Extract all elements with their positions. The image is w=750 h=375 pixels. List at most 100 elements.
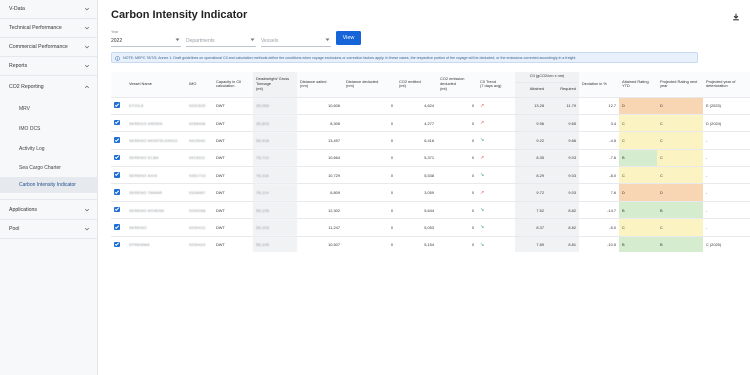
header-cii-group: CII (gCO2/cm x nm) bbox=[515, 72, 579, 83]
table-row[interactable]: STREMMA 9290424 DWT 55,105 10,507 0 5,154 0 ↘ 7.8… bbox=[111, 236, 750, 252]
header-required[interactable]: Required bbox=[547, 82, 579, 98]
row-checkbox[interactable] bbox=[114, 102, 120, 108]
distance-deducted-cell: 0 bbox=[343, 149, 396, 168]
note-text: NOTE: MEPC 78/7/5, Annex 1. Draft guidel… bbox=[123, 55, 577, 60]
row-checkbox[interactable] bbox=[114, 241, 120, 248]
attained-rating-cell: C bbox=[619, 166, 657, 185]
required-cell: 8.82 bbox=[547, 218, 579, 237]
sidebar-item-label: V-Data bbox=[9, 6, 25, 12]
header-label: CO2 emission deducted bbox=[440, 76, 465, 86]
deviation-cell: -4.5 bbox=[579, 131, 619, 150]
distance-deducted-cell: 0 bbox=[343, 183, 396, 202]
trend-cell: ↘ bbox=[477, 166, 515, 185]
sidebar-subitem-imo-dcs[interactable]: IMO DCS bbox=[0, 121, 98, 137]
deviation-cell: -5.0 bbox=[579, 218, 619, 237]
attained-rating-cell: B bbox=[619, 201, 657, 220]
sidebar-item-pool[interactable]: Pool bbox=[0, 220, 98, 238]
imo-cell: 9351713 bbox=[186, 166, 213, 185]
table-row[interactable]: SERENO MONTELENGO 9415042 DWT 55,918 13,497 0… bbox=[111, 131, 750, 150]
checkbox-cell bbox=[111, 166, 126, 185]
row-checkbox[interactable] bbox=[114, 154, 120, 161]
deviation-cell: -8.0 bbox=[579, 166, 619, 185]
header-capacity[interactable]: Capacity in CII calculation bbox=[213, 72, 253, 98]
trend-down-icon: ↘ bbox=[480, 241, 485, 248]
table-row[interactable]: SERENO ELBA 9415911 DWT 78,712 10,664 0 5,371 0… bbox=[111, 149, 750, 168]
row-checkbox[interactable] bbox=[114, 172, 120, 178]
header-unit: (mt) bbox=[399, 83, 406, 89]
year-select[interactable]: Year 2022 bbox=[111, 30, 181, 47]
header-attained[interactable]: Attained bbox=[515, 82, 547, 98]
sidebar-item-vdata[interactable]: V-Data bbox=[0, 0, 98, 18]
co2-emitted-cell: 4,624 bbox=[396, 97, 437, 115]
header-deviation[interactable]: Deviation in % bbox=[579, 72, 619, 98]
table-row[interactable]: SERENO AXIS 9351713 DWT 78,116 10,729 0 5,538 0… bbox=[111, 166, 750, 185]
sidebar-item-co2-reporting[interactable]: CO2 Reporting bbox=[0, 78, 98, 96]
trend-down-icon: ↘ bbox=[480, 224, 485, 231]
chevron-down-icon bbox=[84, 45, 90, 49]
projected-year-cell: - bbox=[703, 131, 750, 150]
deadweight-cell: 35,059 bbox=[253, 97, 297, 115]
table-row[interactable]: SEREGO ARDEN 9258406 DWT 35,603 8,306 0 4,277 0… bbox=[111, 114, 750, 133]
chevron-down-icon bbox=[325, 38, 330, 41]
header-vessel-name[interactable]: Vessel Name bbox=[126, 72, 186, 98]
checkbox-cell bbox=[111, 201, 126, 220]
co2-emitted-cell: 5,154 bbox=[396, 236, 437, 252]
required-cell: 8.81 bbox=[547, 236, 579, 252]
table-row[interactable]: SERENO ATHENE 9290268 DWT 55,105 12,302 0 5,64… bbox=[111, 201, 750, 220]
departments-select[interactable]: Departments bbox=[186, 31, 256, 47]
view-button[interactable]: View bbox=[336, 31, 361, 45]
sidebar-item-reports[interactable]: Reports bbox=[0, 57, 98, 75]
imo-cell: 9290268 bbox=[186, 201, 213, 220]
deviation-cell: 3.4 bbox=[579, 114, 619, 133]
row-checkbox[interactable] bbox=[114, 206, 120, 213]
required-cell: 11.79 bbox=[547, 97, 579, 115]
distance-sailed-cell: 11,247 bbox=[297, 218, 343, 237]
capacity-cell: DWT bbox=[213, 183, 253, 202]
row-checkbox[interactable] bbox=[114, 224, 120, 230]
header-projected-year[interactable]: Projected year of deterioration bbox=[703, 72, 750, 98]
info-icon bbox=[115, 55, 120, 61]
required-cell: 9.66 bbox=[547, 131, 579, 150]
deadweight-cell: 78,116 bbox=[253, 166, 297, 185]
table-row[interactable]: SERENO 9290412 DWT 55,103 11,247 0 5,053 0 ↘ 8.37… bbox=[111, 218, 750, 237]
year-value: 2022 bbox=[111, 38, 123, 44]
sidebar-item-technical-performance[interactable]: Technical Performance bbox=[0, 19, 98, 37]
row-checkbox[interactable] bbox=[114, 189, 120, 195]
co2-deducted-cell: 0 bbox=[437, 201, 477, 220]
trend-up-icon: ↗ bbox=[480, 120, 485, 127]
header-co2-emitted[interactable]: CO2 emitted (mt) bbox=[396, 72, 437, 98]
header-deadweight[interactable]: Deadweight/ Gross Tonnage (mt) bbox=[253, 72, 297, 98]
header-attained-rating[interactable]: Attained Rating YTD bbox=[619, 72, 657, 98]
imo-cell: 9290412 bbox=[186, 218, 213, 237]
download-icon[interactable] bbox=[732, 13, 740, 21]
sidebar-subitem-carbon-intensity-indicator[interactable]: Carbon Intensity Indicator bbox=[0, 177, 98, 193]
header-cii-trend[interactable]: CII Trend (7 days avg) bbox=[477, 72, 515, 98]
header-projected-next[interactable]: Projected Rating next year bbox=[657, 72, 703, 98]
sidebar-item-commercial-performance[interactable]: Commercial Performance bbox=[0, 38, 98, 56]
row-checkbox[interactable] bbox=[114, 119, 120, 126]
table-row[interactable]: ETOILE 9331525 DWT 35,059 10,606 0 4,624 0 ↗ 13.2… bbox=[111, 97, 750, 115]
deadweight-cell: 55,105 bbox=[253, 201, 297, 220]
divider bbox=[0, 199, 98, 200]
co2-deducted-cell: 0 bbox=[437, 149, 477, 168]
header-imo[interactable]: IMO bbox=[186, 72, 213, 98]
sidebar-item-label: Commercial Performance bbox=[9, 44, 68, 50]
sidebar-item-applications[interactable]: Applications bbox=[0, 201, 98, 219]
sidebar-subitem-mrv[interactable]: MRV bbox=[0, 101, 98, 117]
sidebar-subitem-sea-cargo-charter[interactable]: Sea Cargo Charter bbox=[0, 160, 98, 176]
distance-sailed-cell: 10,729 bbox=[297, 166, 343, 185]
header-distance-deducted[interactable]: Distance deducted (nm) bbox=[343, 72, 396, 98]
sidebar-subitem-activity-log[interactable]: Activity Log bbox=[0, 141, 98, 157]
header-distance-sailed[interactable]: Distance sailed (nm) bbox=[297, 72, 343, 98]
table-row[interactable]: SERENO TAMAR 9328467 DWT 78,114 6,809 0 3,059 0… bbox=[111, 183, 750, 202]
projected-year-cell: D (2024) bbox=[703, 114, 750, 133]
chevron-down-icon bbox=[84, 64, 90, 68]
sidebar-subitem-label: IMO DCS bbox=[19, 126, 41, 132]
header-co2-deducted[interactable]: CO2 emission deducted (mt) bbox=[437, 72, 477, 98]
projected-rating-cell: C bbox=[657, 218, 703, 237]
distance-sailed-cell: 10,507 bbox=[297, 236, 343, 252]
departments-placeholder: Departments bbox=[186, 38, 215, 44]
row-checkbox[interactable] bbox=[114, 137, 120, 143]
vessels-select[interactable]: Vessels bbox=[261, 31, 331, 47]
vessel-name-cell: SERENO ATHENE bbox=[126, 201, 186, 220]
